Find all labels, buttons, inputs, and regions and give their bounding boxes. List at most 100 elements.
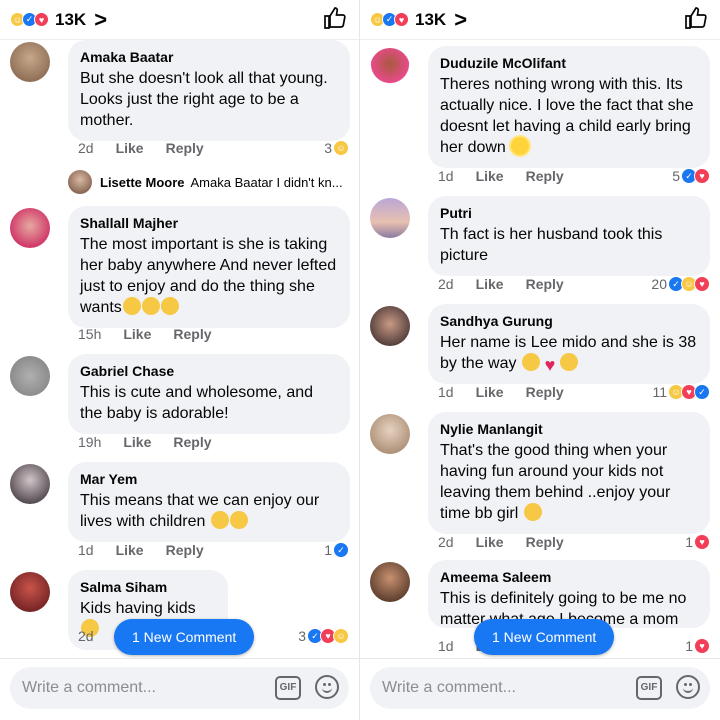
sun-emoji-icon: [511, 137, 530, 155]
heart-eyes-emoji-icon: [229, 511, 248, 529]
comment-composer: Write a comment... GIF: [360, 658, 720, 720]
comment-text: This means that we can enjoy our lives w…: [80, 492, 320, 530]
heart-eyes-emoji-icon: [559, 353, 578, 371]
reply-preview[interactable]: Lisette Moore Amaka Baatar I didn't kn..…: [68, 170, 343, 194]
comment-input[interactable]: Write a comment... GIF: [10, 667, 349, 709]
comment-text: Theres nothing wrong with this. Its actu…: [440, 76, 694, 156]
commenter-name[interactable]: Gabriel Chase: [80, 362, 338, 380]
reply-button[interactable]: Reply: [173, 326, 211, 342]
comment-actions: 1d Like Reply: [78, 542, 226, 558]
like-button[interactable]: Like: [116, 542, 144, 558]
like-button[interactable]: Like: [476, 534, 504, 550]
reply-button[interactable]: Reply: [526, 168, 564, 184]
like-button[interactable]: Like: [123, 434, 151, 450]
commenter-name[interactable]: Sandhya Gurung: [440, 312, 698, 330]
comment-reactions[interactable]: 3 ☺: [324, 140, 349, 156]
comment-bubble: Mar Yem This means that we can enjoy our…: [68, 462, 350, 542]
comment-actions: 19h Like Reply: [78, 434, 234, 450]
avatar[interactable]: [370, 414, 410, 454]
commenter-name[interactable]: Mar Yem: [80, 470, 338, 488]
comment-placeholder: Write a comment...: [22, 679, 156, 696]
like-icon: ✓: [694, 384, 710, 400]
comment-text: Kids having kids: [80, 600, 196, 617]
comment-reactions[interactable]: 20 ✓ ☺ ♥: [651, 276, 710, 292]
comment-actions: 2d Like Reply: [438, 276, 586, 292]
love-icon: ♥: [694, 638, 710, 654]
reply-button[interactable]: Reply: [526, 276, 564, 292]
reply-button[interactable]: Reply: [173, 434, 211, 450]
comment-reactions[interactable]: 1 ♥: [685, 534, 710, 550]
chevron-right-icon[interactable]: >: [454, 8, 467, 31]
emoji-picker-icon[interactable]: [315, 675, 339, 699]
like-button[interactable]: Like: [476, 168, 504, 184]
smile-emoji-icon: [122, 297, 141, 315]
comment-time: 15h: [78, 326, 102, 342]
reactions-header[interactable]: ☺ ✓ ♥ 13K >: [0, 0, 359, 40]
gif-icon[interactable]: GIF: [275, 676, 301, 700]
comment-input[interactable]: Write a comment... GIF: [370, 667, 710, 709]
comment-reactions[interactable]: 11 ☺ ♥ ✓: [652, 384, 710, 400]
commenter-name[interactable]: Putri: [440, 204, 698, 222]
comment-bubble: Amaka Baatar But she doesn't look all th…: [68, 40, 350, 141]
avatar[interactable]: [10, 464, 50, 504]
avatar[interactable]: [370, 198, 410, 238]
comment-bubble: Putri Th fact is her husband took this p…: [428, 196, 710, 276]
emoji-picker-icon[interactable]: [676, 675, 700, 699]
comment-time: 2d: [438, 276, 454, 292]
reactions-header[interactable]: ☺ ✓ ♥ 13K >: [360, 0, 720, 40]
reaction-count: 1: [685, 534, 693, 550]
left-panel: ☺ ✓ ♥ 13K > Amaka Baatar But she doesn't…: [0, 0, 360, 720]
new-comment-button[interactable]: 1 New Comment: [474, 619, 615, 655]
love-icon: ♥: [694, 276, 710, 292]
like-thumb-icon[interactable]: [323, 6, 347, 30]
avatar[interactable]: [10, 572, 50, 612]
like-icon: ✓: [333, 542, 349, 558]
commenter-name[interactable]: Ameema Saleem: [440, 568, 698, 586]
avatar[interactable]: [10, 208, 50, 248]
commenter-name[interactable]: Shallall Majher: [80, 214, 338, 232]
comment-time: 2d: [78, 140, 94, 156]
reply-button[interactable]: Reply: [526, 534, 564, 550]
comment-actions: 1d Like Reply: [438, 168, 586, 184]
avatar[interactable]: [10, 356, 50, 396]
like-button[interactable]: Like: [123, 326, 151, 342]
comment-bubble: Sandhya Gurung Her name is Lee mido and …: [428, 304, 710, 384]
comment-reactions[interactable]: 3 ✓ ♥ ☺: [298, 628, 349, 644]
comment-list: Amaka Baatar But she doesn't look all th…: [0, 40, 359, 658]
comment-reactions[interactable]: 1 ✓: [324, 542, 349, 558]
comment-time: 2d: [438, 534, 454, 550]
right-panel: ☺ ✓ ♥ 13K > Duduzile McOlifant Theres no…: [360, 0, 720, 720]
reply-button[interactable]: Reply: [526, 384, 564, 400]
comment-actions: 2d Like Reply: [438, 534, 586, 550]
chevron-right-icon[interactable]: >: [94, 8, 107, 31]
haha-icon: ☺: [333, 628, 349, 644]
avatar[interactable]: [370, 306, 410, 346]
comment-text: But she doesn't look all that young. Loo…: [80, 70, 328, 129]
avatar[interactable]: [370, 48, 410, 88]
commenter-name[interactable]: Salma Siham: [80, 578, 216, 596]
gif-icon[interactable]: GIF: [636, 676, 662, 700]
comment-bubble: Duduzile McOlifant Theres nothing wrong …: [428, 46, 710, 168]
commenter-name[interactable]: Nylie Manlangit: [440, 420, 698, 438]
reaction-icons: ☺ ✓ ♥: [370, 12, 409, 27]
comment-time: 1d: [78, 542, 94, 558]
comment-text: This is cute and wholesome, and the baby…: [80, 384, 314, 422]
like-button[interactable]: Like: [116, 140, 144, 156]
reply-button[interactable]: Reply: [166, 140, 204, 156]
commenter-name[interactable]: Duduzile McOlifant: [440, 54, 698, 72]
comment-bubble: Shallall Majher The most important is sh…: [68, 206, 350, 328]
comment-actions: 1d Like Reply: [438, 384, 586, 400]
new-comment-button[interactable]: 1 New Comment: [114, 619, 255, 655]
reply-author: Lisette Moore: [100, 174, 185, 190]
like-button[interactable]: Like: [476, 276, 504, 292]
avatar[interactable]: [370, 562, 410, 602]
commenter-name[interactable]: Amaka Baatar: [80, 48, 338, 66]
reply-button[interactable]: Reply: [166, 542, 204, 558]
comment-reactions[interactable]: 1 ♥: [685, 638, 710, 654]
avatar[interactable]: [10, 42, 50, 82]
like-button[interactable]: Like: [476, 384, 504, 400]
heart-emoji-icon: ♥: [544, 355, 556, 375]
smile-emoji-icon: [141, 297, 160, 315]
like-thumb-icon[interactable]: [684, 6, 708, 30]
comment-reactions[interactable]: 5 ✓ ♥: [672, 168, 710, 184]
